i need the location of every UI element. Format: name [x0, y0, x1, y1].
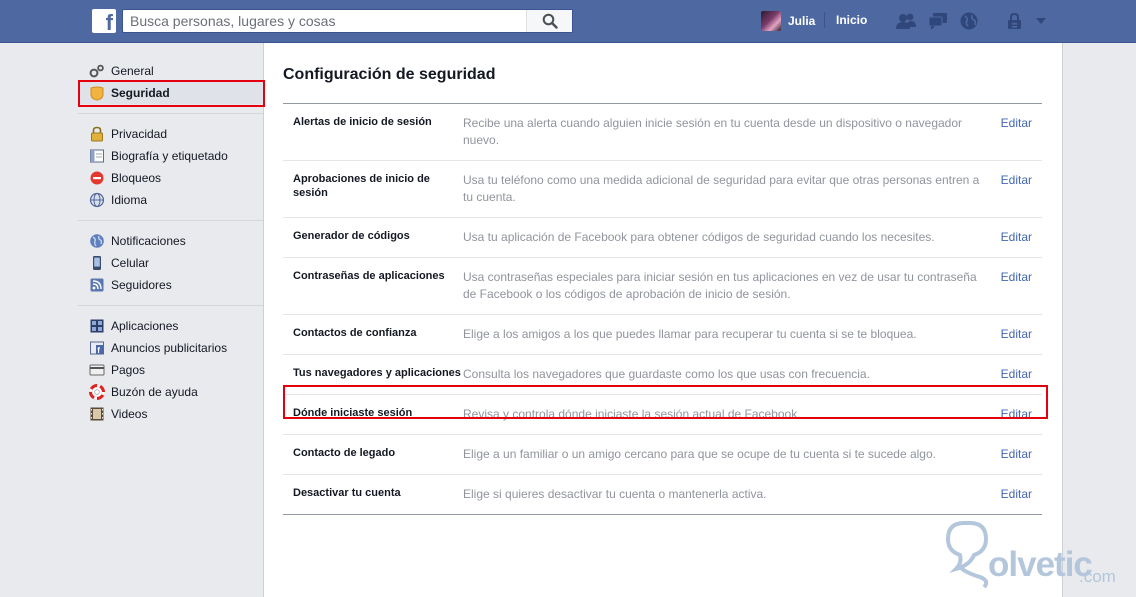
timeline-icon — [89, 148, 105, 164]
sidebar-item-payments[interactable]: Pagos — [78, 359, 263, 381]
sidebar-item-label: Videos — [111, 407, 148, 421]
sidebar-item-label: Celular — [111, 256, 150, 270]
setting-description: Elige a los amigos a los que puedes llam… — [463, 327, 917, 341]
setting-label: Contraseñas de aplicaciones — [293, 270, 445, 282]
settings-row-app-passwords[interactable]: Contraseñas de aplicaciones Usa contrase… — [283, 257, 1042, 314]
search-input[interactable] — [123, 10, 527, 32]
credit-card-icon — [89, 362, 105, 378]
setting-description: Usa contraseñas especiales para iniciar … — [463, 270, 977, 301]
search-icon — [542, 13, 558, 29]
sidebar-item-timeline[interactable]: Biografía y etiquetado — [78, 145, 263, 167]
settings-row-login-approvals[interactable]: Aprobaciones de inicio de sesión Usa tu … — [283, 160, 1042, 217]
settings-row-code-generator[interactable]: Generador de códigos Usa tu aplicación d… — [283, 217, 1042, 257]
earth-icon — [89, 233, 105, 249]
user-name: Julia — [788, 14, 816, 28]
setting-description: Recibe una alerta cuando alguien inicie … — [463, 116, 963, 147]
apps-icon — [89, 318, 105, 334]
sidebar-item-label: Pagos — [111, 363, 146, 377]
sidebar-group-apps: Aplicaciones f Anuncios publicitarios Pa… — [78, 306, 263, 425]
settings-row-legacy-contact[interactable]: Contacto de legado Elige a un familiar o… — [283, 434, 1042, 474]
setting-description: Elige si quieres desactivar tu cuenta o … — [463, 487, 767, 501]
block-icon — [89, 170, 105, 186]
setting-description: Usa tu teléfono como una medida adiciona… — [463, 173, 980, 204]
sidebar-item-label: Buzón de ayuda — [111, 385, 198, 399]
sidebar-group-privacy: Privacidad Biografía y etiquetado Bloque… — [78, 114, 263, 221]
setting-label: Contacto de legado — [293, 447, 396, 459]
sidebar-item-support-inbox[interactable]: Buzón de ayuda — [78, 381, 263, 403]
top-navigation-bar: f Julia Inicio — [0, 0, 1136, 43]
privacy-shortcuts-icon[interactable] — [1005, 11, 1027, 31]
film-icon — [89, 406, 105, 422]
sidebar-item-followers[interactable]: Seguidores — [78, 274, 263, 296]
edit-link[interactable]: Editar — [1001, 229, 1032, 245]
facebook-logo-icon[interactable]: f — [92, 9, 116, 35]
edit-link[interactable]: Editar — [1001, 366, 1032, 382]
ads-icon: f — [89, 340, 105, 356]
sidebar-item-mobile[interactable]: Celular — [78, 252, 263, 274]
watermark-brand: olvetic — [988, 545, 1093, 584]
settings-row-trusted-contacts[interactable]: Contactos de confianza Elige a los amigo… — [283, 314, 1042, 354]
edit-link[interactable]: Editar — [1001, 115, 1032, 131]
edit-link[interactable]: Editar — [1001, 172, 1032, 188]
search-button[interactable] — [526, 10, 572, 32]
watermark-suffix: .com — [1079, 567, 1116, 586]
account-menu-chevron-down-icon[interactable] — [1034, 11, 1056, 31]
search-box — [122, 9, 573, 33]
highlight-box-security — [78, 80, 265, 107]
globe-icon — [89, 192, 105, 208]
setting-label: Alertas de inicio de sesión — [293, 116, 432, 128]
setting-label: Contactos de confianza — [293, 327, 417, 339]
sidebar-group-notifications: Notificaciones Celular Seguidores — [78, 221, 263, 306]
sidebar-item-label: Aplicaciones — [111, 319, 179, 333]
phone-icon — [89, 255, 105, 271]
home-link[interactable]: Inicio — [836, 13, 867, 27]
edit-link[interactable]: Editar — [1001, 269, 1032, 285]
sidebar-item-general[interactable]: General — [78, 60, 263, 82]
sidebar-item-videos[interactable]: Videos — [78, 403, 263, 425]
page-title: Configuración de seguridad — [283, 66, 496, 83]
sidebar-item-apps[interactable]: Aplicaciones — [78, 315, 263, 337]
lifebuoy-icon — [89, 384, 105, 400]
sidebar-item-label: Notificaciones — [111, 234, 186, 248]
setting-label: Generador de códigos — [293, 230, 410, 242]
settings-row-login-alerts[interactable]: Alertas de inicio de sesión Recibe una a… — [283, 104, 1042, 160]
sidebar-item-label: Bloqueos — [111, 171, 162, 185]
sidebar-item-label: Idioma — [111, 193, 148, 207]
sidebar-item-label: Seguidores — [111, 278, 172, 292]
avatar — [761, 11, 781, 31]
settings-row-deactivate-account[interactable]: Desactivar tu cuenta Elige si quieres de… — [283, 474, 1042, 514]
sidebar-item-label: Anuncios publicitarios — [111, 341, 228, 355]
setting-description: Elige a un familiar o un amigo cercano p… — [463, 447, 936, 461]
sidebar-item-ads[interactable]: f Anuncios publicitarios — [78, 337, 263, 359]
sidebar-item-privacy[interactable]: Privacidad — [78, 123, 263, 145]
svg-text:f: f — [97, 346, 100, 355]
sidebar-item-notifications[interactable]: Notificaciones — [78, 230, 263, 252]
setting-description: Usa tu aplicación de Facebook para obten… — [463, 230, 935, 244]
sidebar-item-label: General — [111, 64, 154, 78]
setting-label: Desactivar tu cuenta — [293, 487, 401, 499]
edit-link[interactable]: Editar — [1001, 446, 1032, 462]
rss-icon — [89, 277, 105, 293]
sidebar-item-language[interactable]: Idioma — [78, 189, 263, 211]
sidebar-item-label: Privacidad — [111, 127, 168, 141]
gears-icon — [89, 63, 105, 79]
sidebar-item-label: Biografía y etiquetado — [111, 149, 228, 163]
edit-link[interactable]: Editar — [1001, 486, 1032, 502]
lock-icon — [89, 126, 105, 142]
edit-link[interactable]: Editar — [1001, 326, 1032, 342]
setting-label: Aprobaciones de inicio de sesión — [293, 173, 430, 199]
notifications-globe-icon[interactable] — [959, 11, 981, 31]
divider — [824, 12, 825, 28]
messages-icon[interactable] — [927, 11, 949, 31]
friend-requests-icon[interactable] — [895, 11, 917, 31]
security-settings-list: Alertas de inicio de sesión Recibe una a… — [283, 103, 1042, 515]
sidebar-item-blocking[interactable]: Bloqueos — [78, 167, 263, 189]
profile-link[interactable]: Julia — [761, 10, 815, 32]
highlight-box-where-logged-in — [283, 385, 1048, 419]
